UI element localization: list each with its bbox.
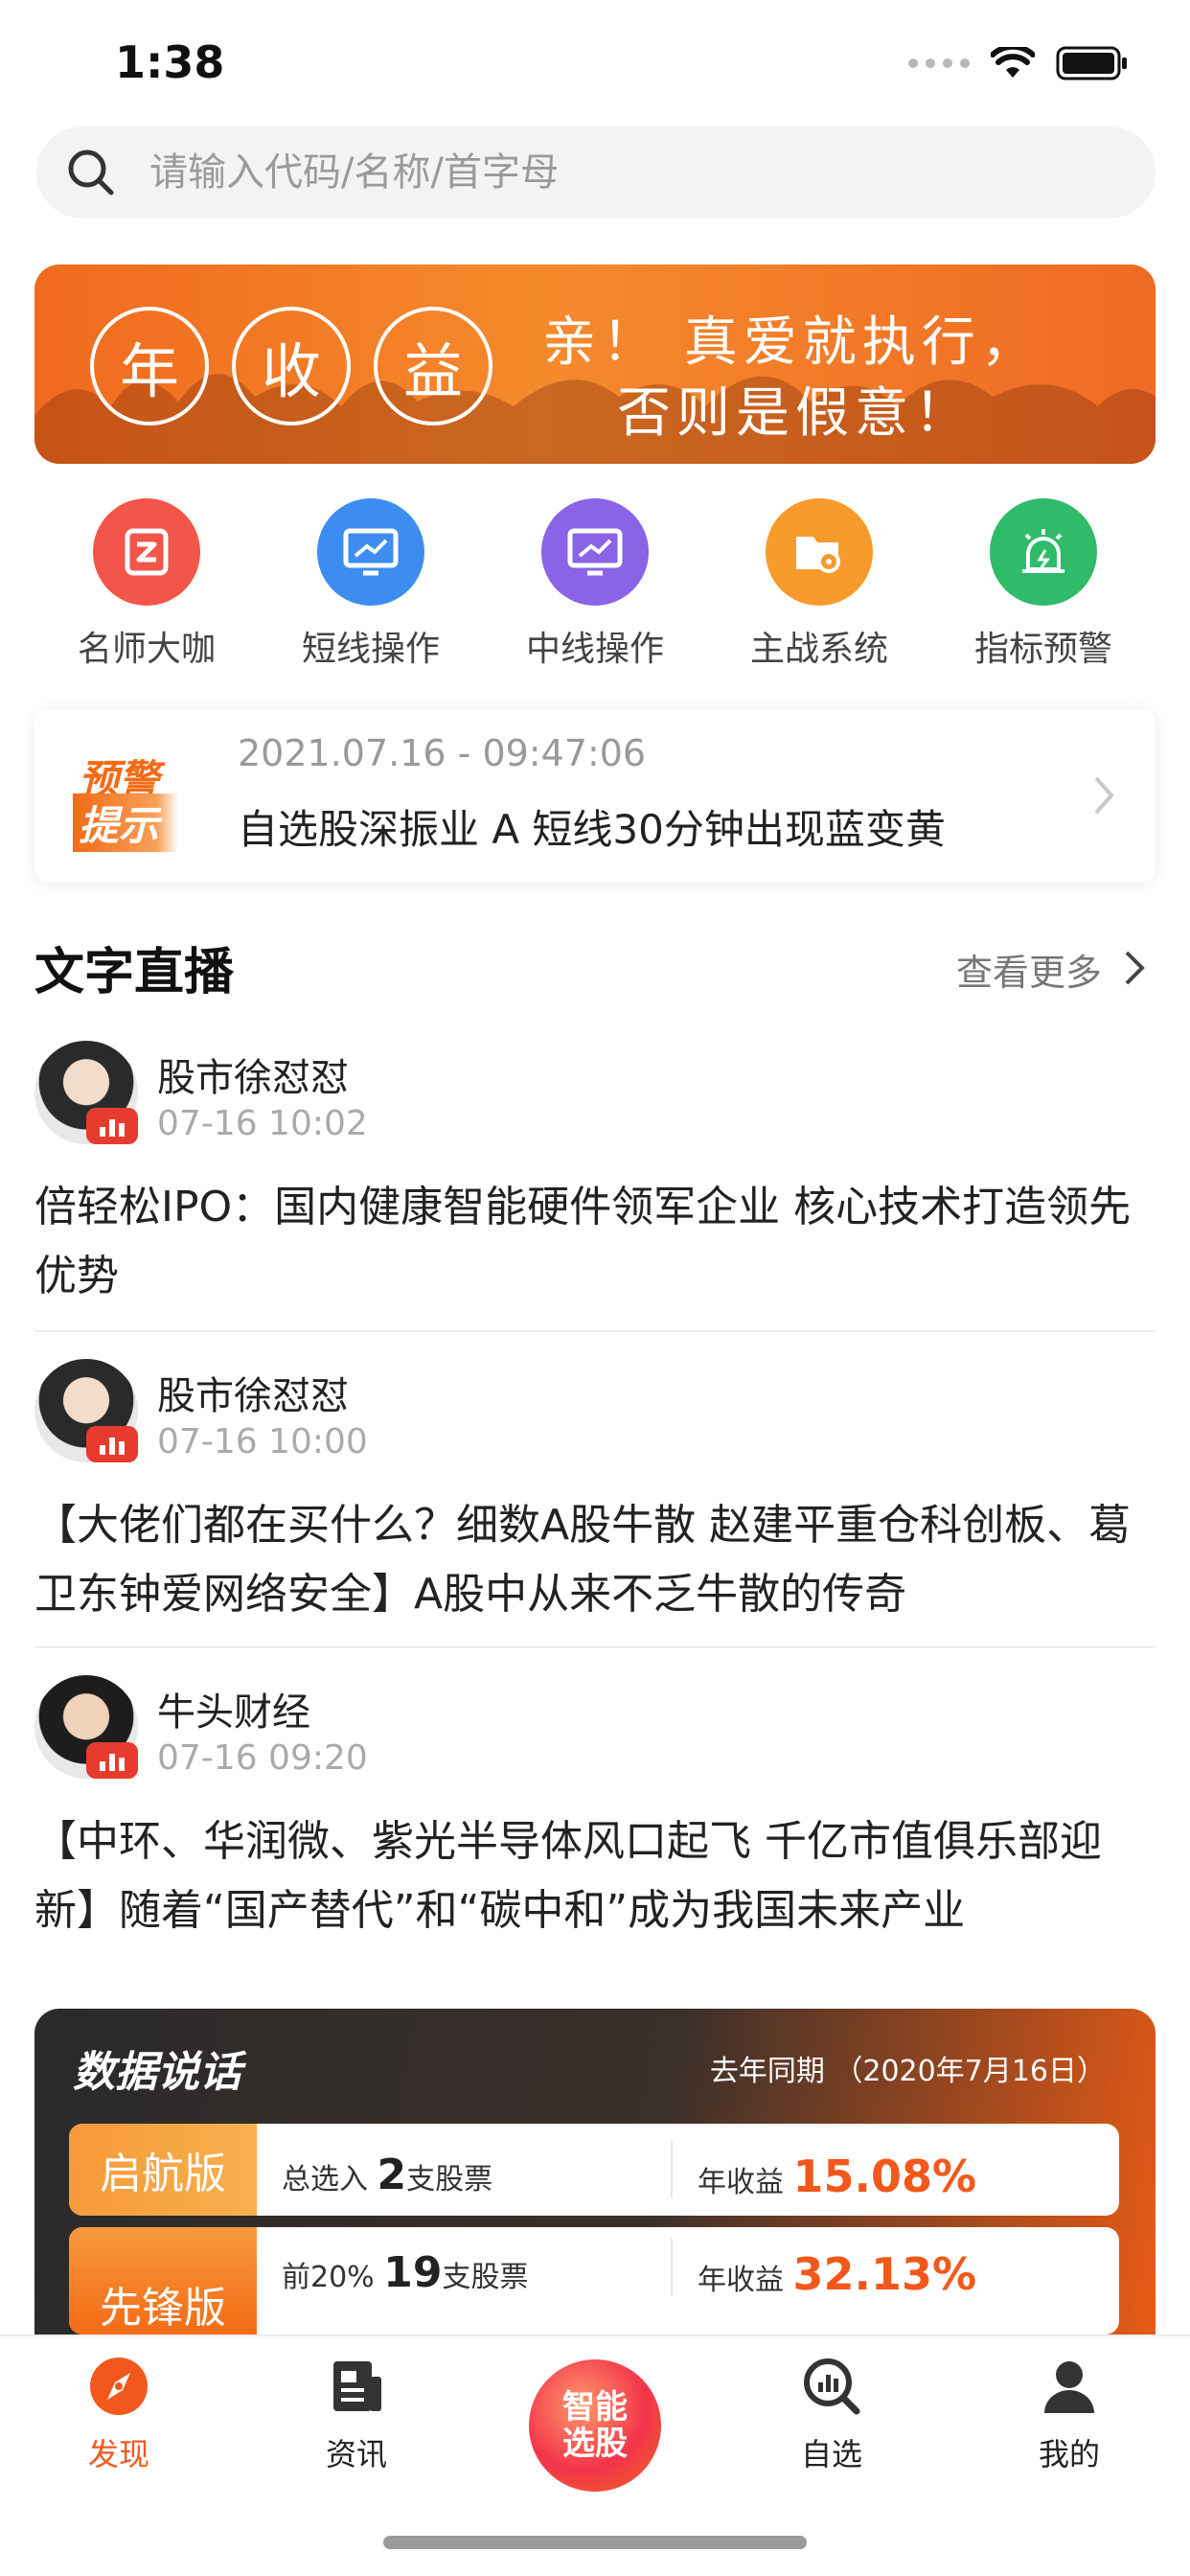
tier-name: 先锋版 [69,2227,257,2334]
tab-discover[interactable]: 发现 [42,2356,195,2474]
post-text: 【中环、华润微、紫光半导体风口起飞 千亿市值俱乐部迎新】随着“国产替代”和“碳中… [34,1817,1102,1935]
quick-menu: 名师大咖 短线操作 中线操作 主战系统 指标预警 [0,498,1190,671]
chevron-right-icon [1094,776,1114,815]
menu-label: 短线操作 [301,630,440,669]
live-badge-icon [86,1742,138,1779]
post-time: 07-16 10:00 [157,1422,368,1461]
tab-profile[interactable]: 我的 [993,2356,1146,2474]
chart-search-icon [804,2358,860,2415]
compass-icon [90,2358,148,2415]
smart-pick-label: 智能 选股 [562,2388,628,2463]
menu-item-mid-term[interactable]: 中线操作 [499,498,691,671]
menu-label: 中线操作 [525,630,664,669]
tier-separator [671,2239,673,2296]
post-text: 倍轻松IPO：国内健康智能硬件领军企业 核心技术打造领先优势 [34,1183,1132,1300]
live-badge-icon [86,1108,138,1144]
menu-item-teachers[interactable]: 名师大咖 [51,498,242,671]
post-author[interactable]: 股市徐怼怼 [157,1046,349,1102]
tab-label: 发现 [87,2436,149,2472]
divider [34,1646,1156,1648]
alert-time: 2021.07.16 - 09:47:06 [238,732,647,774]
tab-label: 资讯 [325,2436,387,2472]
live-section-header: 文字直播 查看更多 [34,928,1156,1004]
tab-news[interactable]: 资讯 [280,2356,433,2474]
banner-slogan-line2: 否则是假意！ [617,382,973,445]
menu-item-main-system[interactable]: 主战系统 [723,498,915,671]
banner-char-1: 年 [90,307,209,426]
alert-card[interactable]: 预警 提示 2021.07.16 - 09:47:06 自选股深振业 A 短线3… [34,709,1156,882]
monitor-chart-icon [541,498,649,606]
post-time: 07-16 10:02 [157,1104,368,1143]
tier-row[interactable]: 先锋版 前20% 19支股票 年收益 32.13% [69,2227,1119,2334]
tab-label: 我的 [1038,2436,1100,2472]
live-post[interactable]: 牛头财经 07-16 09:20 【中环、华润微、紫光半导体风口起飞 千亿市值俱… [34,1675,1156,1953]
tier-selection: 前20% 19支股票 [282,2248,529,2297]
see-more-link[interactable]: 查看更多 [956,943,1102,996]
tier-return: 年收益 32.13% [698,2248,977,2300]
tier-return: 年收益 15.08% [698,2150,977,2202]
search-icon [68,150,114,196]
menu-item-short-term[interactable]: 短线操作 [275,498,467,671]
post-time: 07-16 09:20 [157,1738,368,1778]
post-text: 【大佬们都在买什么？细数A股牛散 赵建平重仓科创板、葛卫东钟爱网络安全】A股中从… [34,1501,1132,1619]
menu-label: 主战系统 [749,630,888,669]
tier-selection: 总选入 2支股票 [282,2150,493,2199]
wifi-icon [991,47,1035,78]
data-card[interactable]: 数据说话 去年同期 （2020年7月16日） 启航版 总选入 2支股票 年收益 … [34,2009,1156,2334]
monitor-chart-icon [317,498,424,606]
chevron-right-icon[interactable] [1123,949,1146,987]
teacher-icon [93,498,200,606]
alert-badge-bottom: 提示 [73,794,179,852]
live-post[interactable]: 股市徐怼怼 07-16 10:02 倍轻松IPO：国内健康智能硬件领军企业 核心… [34,1041,1156,1319]
promo-banner[interactable]: 年 收 益 亲！ 真爱就执行， 否则是假意！ [34,264,1156,464]
tier-name: 启航版 [69,2124,257,2216]
status-bar: 1:38 [0,0,1190,125]
data-card-date: 去年同期 （2020年7月16日） [709,2055,1106,2088]
status-icons [908,46,1129,80]
user-icon [1044,2361,1094,2413]
alarm-icon [990,498,1097,606]
tab-watchlist[interactable]: 自选 [755,2356,908,2474]
banner-char-3: 益 [374,307,492,426]
banner-slogan-line1: 亲！ 真爱就执行， [542,311,1041,374]
live-post[interactable]: 股市徐怼怼 07-16 10:00 【大佬们都在买什么？细数A股牛散 赵建平重仓… [34,1359,1156,1637]
section-title: 文字直播 [34,944,235,1001]
home-indicator [383,2536,807,2549]
tier-row[interactable]: 启航版 总选入 2支股票 年收益 15.08% [69,2124,1119,2216]
battery-icon [1056,46,1127,80]
post-author[interactable]: 股市徐怼怼 [157,1365,349,1420]
divider [34,1330,1156,1332]
menu-label: 指标预警 [973,630,1112,669]
menu-label: 名师大咖 [77,630,216,669]
tab-label: 自选 [800,2436,862,2472]
smart-pick-button[interactable]: 智能 选股 [529,2359,661,2492]
post-author[interactable]: 牛头财经 [157,1681,310,1736]
search-input[interactable] [149,150,1069,195]
alert-message: 自选股深振业 A 短线30分钟出现蓝变黄 [238,806,946,853]
news-icon [333,2361,381,2411]
menu-item-indicator-alert[interactable]: 指标预警 [948,498,1139,671]
settings-folder-icon [766,498,873,606]
status-time: 1:38 [115,36,225,88]
tier-separator [671,2141,673,2198]
alert-badge: 预警 提示 [61,748,234,852]
signal-icon [908,58,970,68]
banner-char-2: 收 [232,307,351,426]
data-card-title: 数据说话 [73,2048,241,2097]
live-badge-icon [86,1426,138,1462]
search-bar[interactable] [36,126,1156,218]
